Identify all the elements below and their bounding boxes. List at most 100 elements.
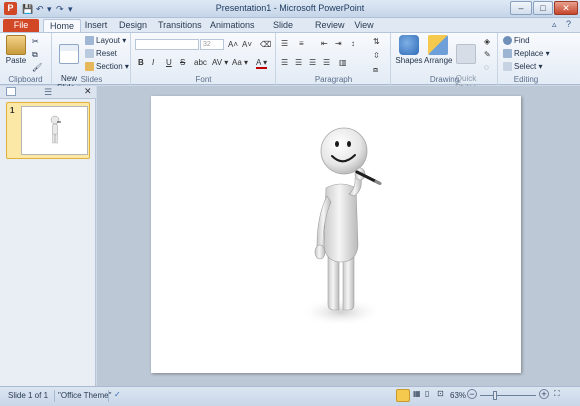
font-name-combo[interactable] <box>135 39 199 50</box>
outline-tab-icon[interactable]: ☰ <box>44 87 52 98</box>
replace-button[interactable]: Replace ▾ <box>503 49 550 59</box>
bullets-icon[interactable]: ☰ <box>281 39 288 48</box>
tab-transitions[interactable]: Transitions <box>158 19 202 32</box>
section-button[interactable]: Section ▾ <box>85 62 129 72</box>
reset-label: Reset <box>96 49 117 58</box>
slide-editor <box>97 86 580 386</box>
tab-file[interactable]: File <box>3 19 39 32</box>
shrink-font-icon[interactable]: A˅ <box>242 40 252 49</box>
reading-view-icon[interactable]: ▯ <box>425 389 429 398</box>
line-spacing-icon[interactable]: ↕ <box>351 39 355 48</box>
justify-icon[interactable]: ☰ <box>323 58 330 67</box>
close-button[interactable]: ✕ <box>554 1 578 15</box>
slide-indicator: Slide 1 of 1 <box>8 391 49 400</box>
maximize-button[interactable]: □ <box>533 1 553 15</box>
zoom-level[interactable]: 63% <box>450 391 466 400</box>
layout-button[interactable]: Layout ▾ <box>85 36 126 46</box>
find-button[interactable]: Find <box>503 36 530 46</box>
tab-review[interactable]: Review <box>315 19 345 32</box>
underline-button[interactable]: U <box>166 58 172 67</box>
paste-button[interactable]: Paste <box>4 35 28 65</box>
cut-icon[interactable]: ✂ <box>32 37 39 46</box>
zoom-in-button[interactable]: + <box>539 389 549 399</box>
slide-canvas[interactable] <box>151 96 521 373</box>
align-right-icon[interactable]: ☰ <box>309 58 316 67</box>
reset-button[interactable]: Reset <box>85 49 117 59</box>
thinking-stick-figure-image <box>299 127 383 326</box>
slide-thumbnail <box>21 106 88 155</box>
clear-formatting-icon[interactable]: ⌫ <box>260 40 271 49</box>
layout-icon <box>85 36 94 46</box>
character-spacing-button[interactable]: AV ▾ <box>212 58 228 67</box>
bold-button[interactable]: B <box>138 58 144 67</box>
grow-font-icon[interactable]: A˄ <box>228 40 238 49</box>
smartart-icon[interactable]: ⧈ <box>373 65 378 75</box>
editing-group-label: Editing <box>513 75 539 84</box>
font-size-combo[interactable]: 32 <box>200 39 224 50</box>
text-shadow-button[interactable]: abc <box>194 58 207 67</box>
replace-icon <box>503 49 512 59</box>
align-text-icon[interactable]: ⇳ <box>373 51 380 60</box>
new-slide-icon <box>59 44 79 64</box>
thumbnail-figure-image <box>50 115 61 144</box>
slide-sorter-view-icon[interactable]: ▦ <box>413 389 421 398</box>
slide-show-view-icon[interactable]: ⊡ <box>437 389 444 398</box>
tab-home[interactable]: Home <box>43 19 81 32</box>
strikethrough-button[interactable]: S <box>180 58 185 67</box>
minimize-ribbon-icon[interactable]: ▵ <box>552 19 557 30</box>
shape-outline-icon[interactable]: ✎ <box>484 50 491 59</box>
close-pane-icon[interactable]: ✕ <box>84 86 92 97</box>
tab-animations[interactable]: Animations <box>210 19 255 32</box>
zoom-slider-thumb[interactable] <box>493 391 497 400</box>
arrange-label: Arrange <box>424 56 453 65</box>
format-painter-icon[interactable]: 🖌 <box>32 63 42 72</box>
title-bar: P 💾 ↶ ▾ ↷ ▾ Presentation1 - Microsoft Po… <box>0 0 580 18</box>
select-button[interactable]: Select ▾ <box>503 62 542 72</box>
shape-effects-icon[interactable]: ◌ <box>484 63 489 72</box>
slides-pane: ☰ ✕ 1 <box>0 86 96 386</box>
tab-insert[interactable]: Insert <box>84 19 108 32</box>
tab-view[interactable]: View <box>353 19 375 32</box>
shapes-icon <box>399 35 419 55</box>
help-icon[interactable]: ? <box>566 19 571 29</box>
font-group: 32 A˄ A˅ ⌫ B I U S abc AV ▾ Aa ▾ A ▾ Fon… <box>132 33 276 85</box>
tab-slide-show[interactable]: Slide Show <box>263 19 303 43</box>
numbering-icon[interactable]: ≡ <box>299 39 304 48</box>
window-title: Presentation1 - Microsoft PowerPoint <box>215 3 365 13</box>
increase-indent-icon[interactable]: ⇥ <box>335 39 342 48</box>
tab-design[interactable]: Design <box>119 19 147 32</box>
editing-group: Find Replace ▾ Select ▾ Editing <box>499 33 553 85</box>
decrease-indent-icon[interactable]: ⇤ <box>321 39 328 48</box>
font-group-label: Font <box>195 75 212 84</box>
text-direction-icon[interactable]: ⇅ <box>373 37 380 46</box>
section-label: Section ▾ <box>96 62 129 71</box>
minimize-button[interactable]: – <box>510 1 532 15</box>
arrange-button[interactable]: Arrange <box>424 35 452 65</box>
zoom-out-button[interactable]: − <box>467 389 477 399</box>
shape-fill-icon[interactable]: ◈ <box>484 37 490 46</box>
copy-icon[interactable]: ⧉ <box>32 50 38 60</box>
columns-icon[interactable]: ▥ <box>339 58 347 67</box>
slides-group-label: Slides <box>80 75 103 84</box>
slides-tab-icon[interactable] <box>6 87 16 96</box>
normal-view-icon[interactable] <box>396 389 410 402</box>
font-color-button[interactable]: A ▾ <box>256 58 268 69</box>
align-left-icon[interactable]: ☰ <box>281 58 288 67</box>
ribbon-tabs: File Home Insert Design Transitions Anim… <box>0 18 580 43</box>
italic-button[interactable]: I <box>152 58 154 67</box>
fit-to-window-icon[interactable]: ⛶ <box>554 389 560 399</box>
ribbon: Paste ✂ ⧉ 🖌 Clipboard New Slide ▾ Layout… <box>0 32 580 101</box>
clipboard-group: Paste ✂ ⧉ 🖌 Clipboard <box>0 33 52 85</box>
slides-group: New Slide ▾ Layout ▾ Reset Section ▾ Sli… <box>53 33 131 92</box>
spelling-check-icon[interactable]: ✓ <box>114 390 121 399</box>
align-center-icon[interactable]: ☰ <box>295 58 302 67</box>
pane-tabs: ☰ ✕ <box>0 86 96 99</box>
shapes-button[interactable]: Shapes <box>395 35 423 65</box>
status-bar: Slide 1 of 1 "Office Theme" ✓ ▦ ▯ ⊡ 63% … <box>0 386 580 406</box>
slide-thumbnail-selected[interactable]: 1 <box>6 102 90 159</box>
paste-icon <box>6 35 26 55</box>
zoom-slider[interactable] <box>480 395 536 396</box>
change-case-button[interactable]: Aa ▾ <box>232 58 248 67</box>
theme-name[interactable]: "Office Theme" <box>58 391 111 400</box>
find-icon <box>503 36 512 46</box>
